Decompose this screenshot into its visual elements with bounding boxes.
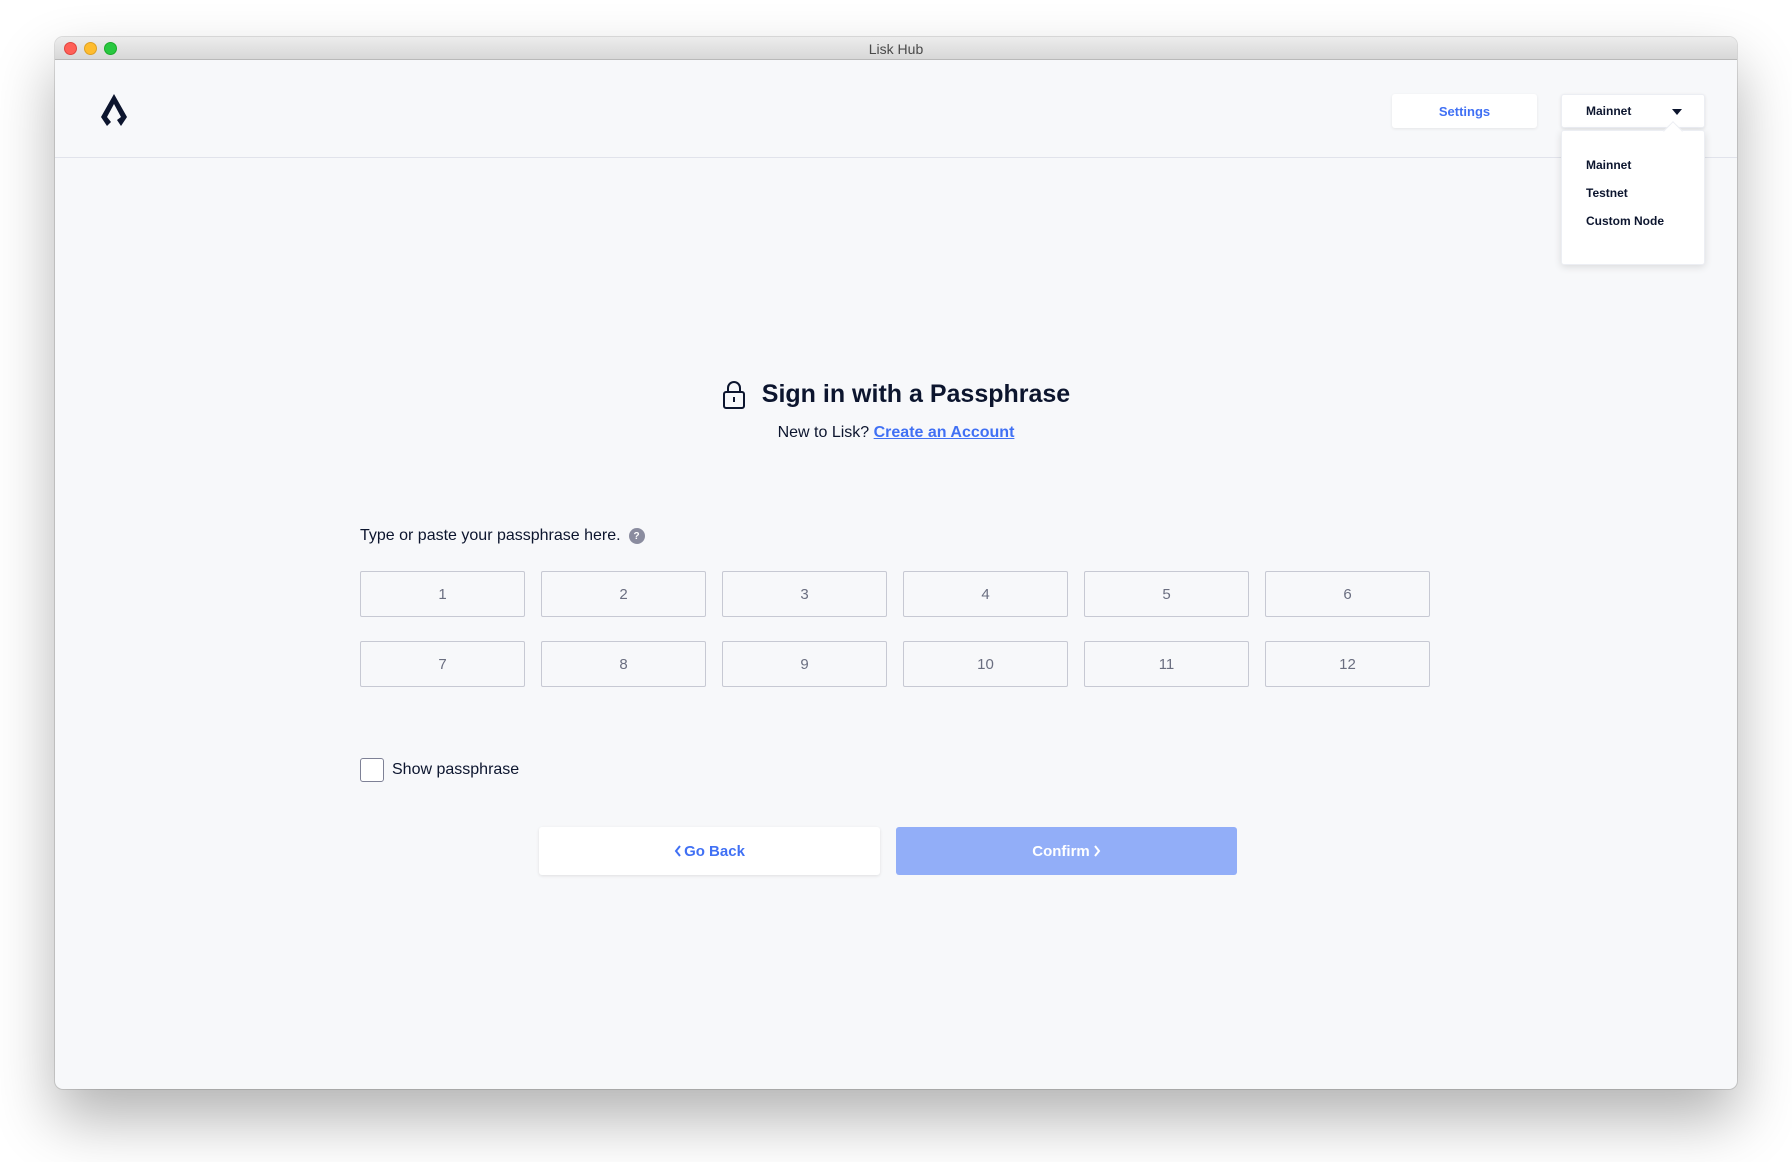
passphrase-word-input[interactable] bbox=[722, 641, 887, 687]
subtitle: New to Lisk? Create an Account bbox=[55, 424, 1737, 442]
chevron-right-icon bbox=[1093, 845, 1101, 857]
page-title: Sign in with a Passphrase bbox=[761, 380, 1071, 408]
passphrase-hint-row: Type or paste your passphrase here. ? bbox=[360, 527, 645, 545]
top-bar: Settings Mainnet bbox=[55, 60, 1737, 158]
network-dropdown: Mainnet Testnet Custom Node bbox=[1561, 121, 1705, 265]
confirm-button[interactable]: Confirm bbox=[896, 827, 1237, 875]
passphrase-word-grid bbox=[360, 571, 1430, 687]
passphrase-word-input[interactable] bbox=[1265, 641, 1430, 687]
passphrase-word-input[interactable] bbox=[360, 571, 525, 617]
network-select[interactable]: Mainnet bbox=[1561, 94, 1705, 128]
network-selected-label: Mainnet bbox=[1586, 104, 1632, 118]
passphrase-word-input[interactable] bbox=[722, 571, 887, 617]
passphrase-word-input[interactable] bbox=[541, 571, 706, 617]
lock-icon bbox=[722, 380, 745, 409]
network-option-mainnet[interactable]: Mainnet bbox=[1586, 158, 1631, 172]
create-account-link[interactable]: Create an Account bbox=[874, 424, 1015, 441]
passphrase-hint: Type or paste your passphrase here. bbox=[360, 527, 621, 544]
passphrase-word-input[interactable] bbox=[1084, 571, 1249, 617]
subtitle-prefix: New to Lisk? bbox=[777, 424, 870, 441]
show-passphrase-checkbox[interactable] bbox=[360, 758, 384, 782]
network-option-custom-node[interactable]: Custom Node bbox=[1586, 214, 1664, 228]
passphrase-word-input[interactable] bbox=[1084, 641, 1249, 687]
title-row: Sign in with a Passphrase bbox=[55, 380, 1737, 409]
caret-down-icon bbox=[1672, 109, 1682, 115]
confirm-label: Confirm bbox=[1032, 842, 1090, 860]
settings-button[interactable]: Settings bbox=[1392, 94, 1537, 128]
window-title: Lisk Hub bbox=[868, 41, 924, 57]
chevron-left-icon bbox=[674, 845, 681, 857]
show-passphrase-row[interactable]: Show passphrase bbox=[360, 758, 519, 782]
passphrase-word-input[interactable] bbox=[360, 641, 525, 687]
app-window: Lisk Hub Settings Mainnet Mainnet Testne… bbox=[55, 37, 1737, 1089]
lisk-logo-icon bbox=[101, 94, 127, 126]
title-bar: Lisk Hub bbox=[55, 37, 1737, 60]
help-icon[interactable]: ? bbox=[628, 528, 645, 544]
go-back-label: Go Back bbox=[684, 842, 745, 860]
passphrase-word-input[interactable] bbox=[1265, 571, 1430, 617]
passphrase-word-input[interactable] bbox=[903, 641, 1068, 687]
passphrase-word-input[interactable] bbox=[903, 571, 1068, 617]
network-option-testnet[interactable]: Testnet bbox=[1586, 186, 1628, 200]
show-passphrase-label[interactable]: Show passphrase bbox=[392, 761, 519, 779]
passphrase-word-input[interactable] bbox=[541, 641, 706, 687]
go-back-button[interactable]: Go Back bbox=[539, 827, 880, 875]
